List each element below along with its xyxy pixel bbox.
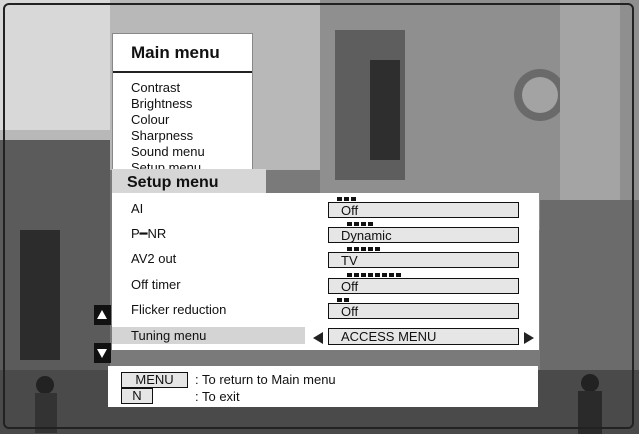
setup-row-label-pnr[interactable]: P━NR — [131, 226, 166, 242]
setup-row-value-off-timer[interactable]: Off — [328, 273, 519, 294]
level-indicator — [337, 298, 349, 302]
setup-row-label-ai[interactable]: AI — [131, 201, 143, 216]
main-menu-title: Main menu — [131, 43, 220, 62]
setup-row-value-flicker-reduction[interactable]: Off — [328, 298, 519, 319]
menu-key-help-text: : To return to Main menu — [195, 372, 336, 387]
left-arrow-icon[interactable] — [313, 332, 323, 344]
main-menu-item-brightness[interactable]: Brightness — [131, 96, 192, 112]
setup-row-label-tuning-menu[interactable]: Tuning menu — [131, 328, 206, 343]
n-key-help-text: : To exit — [195, 389, 240, 404]
scroll-up-arrow-icon[interactable] — [94, 305, 111, 325]
setup-row-value-pnr[interactable]: Dynamic — [328, 222, 519, 243]
main-menu-item-sound-menu[interactable]: Sound menu — [131, 144, 205, 160]
setup-value-text: Off — [341, 203, 359, 218]
level-indicator — [347, 273, 401, 277]
setup-menu-title: Setup menu — [127, 174, 219, 191]
setup-row-label-flicker-reduction[interactable]: Flicker reduction — [131, 302, 226, 317]
main-menu-item-contrast[interactable]: Contrast — [131, 80, 180, 96]
setup-row-value-av2-out[interactable]: TV — [328, 247, 519, 268]
main-menu-panel: Main menu Contrast Brightness Colour Sha… — [112, 33, 253, 178]
setup-value-text: Off — [341, 279, 359, 294]
main-menu-divider — [113, 71, 252, 73]
main-menu-item-colour[interactable]: Colour — [131, 112, 169, 128]
setup-menu-panel: AI Off P━NR Dynamic AV2 out TV Off timer… — [112, 193, 539, 350]
setup-value-text: Off — [341, 304, 359, 319]
right-arrow-icon[interactable] — [524, 332, 534, 344]
main-menu-item-sharpness[interactable]: Sharpness — [131, 128, 193, 144]
setup-row-label-av2-out[interactable]: AV2 out — [131, 251, 176, 266]
setup-menu-title-tab: Setup menu — [112, 169, 266, 195]
n-key-button[interactable]: N — [121, 388, 153, 404]
level-indicator — [347, 247, 380, 251]
setup-row-value-ai[interactable]: Off — [328, 197, 519, 218]
tuning-menu-value-text: ACCESS MENU — [341, 329, 437, 344]
menu-key-button[interactable]: MENU — [121, 372, 188, 388]
help-bar: MENU : To return to Main menu N : To exi… — [108, 366, 538, 407]
scroll-down-arrow-icon[interactable] — [94, 343, 111, 363]
level-indicator — [347, 222, 373, 226]
setup-value-text: TV — [341, 253, 358, 268]
tuning-menu-value-field[interactable]: ACCESS MENU — [328, 328, 519, 345]
setup-value-text: Dynamic — [341, 228, 392, 243]
level-indicator — [337, 197, 356, 201]
setup-row-label-off-timer[interactable]: Off timer — [131, 277, 181, 292]
